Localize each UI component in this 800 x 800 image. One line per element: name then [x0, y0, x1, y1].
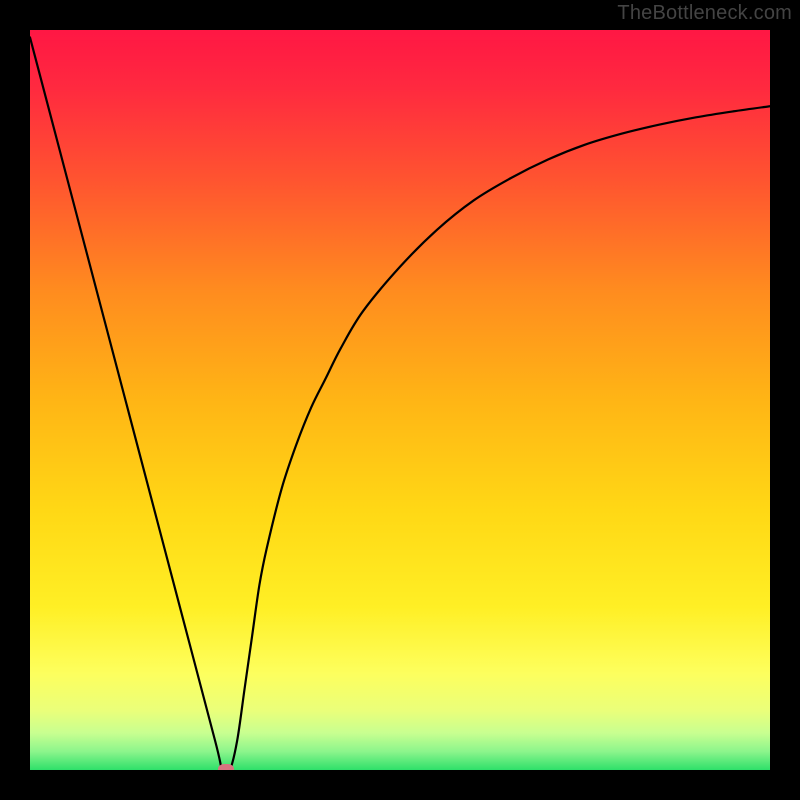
- chart-frame: TheBottleneck.com: [0, 0, 800, 800]
- gradient-background: [30, 30, 770, 770]
- plot-area: [30, 30, 770, 770]
- watermark-text: TheBottleneck.com: [617, 2, 792, 25]
- min-marker: [218, 764, 234, 770]
